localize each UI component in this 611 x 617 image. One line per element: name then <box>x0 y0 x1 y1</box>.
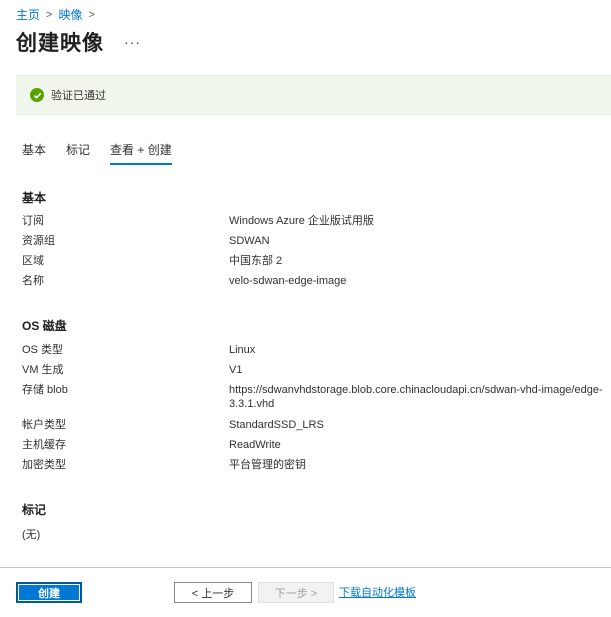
chevron-right-icon: > <box>88 8 95 21</box>
tags-none-text: (无) <box>22 529 41 541</box>
more-options-button[interactable]: ··· <box>124 34 141 50</box>
breadcrumb-images-link[interactable]: 映像 <box>58 6 82 23</box>
detail-key: 存储 blob <box>22 384 68 396</box>
detail-value: ReadWrite <box>229 439 281 451</box>
detail-value: velo-sdwan-edge-image <box>229 275 347 287</box>
tab-tags[interactable]: 标记 <box>66 141 90 162</box>
page-title: 创建映像 <box>16 32 104 55</box>
detail-key: 资源组 <box>22 235 55 247</box>
detail-value: Linux <box>229 344 256 356</box>
section-tags-title: 标记 <box>22 503 47 517</box>
detail-key: 订阅 <box>22 215 44 227</box>
detail-value: StandardSSD_LRS <box>229 419 324 431</box>
detail-key: 帐户类型 <box>22 419 66 431</box>
detail-value: Windows Azure 企业版试用版 <box>229 215 374 227</box>
create-button[interactable]: 创建 <box>16 582 82 603</box>
wizard-tabs: 基本 标记 查看 + 创建 <box>22 141 192 165</box>
section-os-disk-title: OS 磁盘 <box>22 319 67 333</box>
chevron-right-icon: > <box>46 8 53 21</box>
previous-button[interactable]: < 上一步 <box>174 582 252 603</box>
validation-banner: 验证已通过 <box>16 75 611 115</box>
detail-key: VM 生成 <box>22 364 64 376</box>
tab-review-create[interactable]: 查看 + 创建 <box>110 141 172 165</box>
next-button[interactable]: 下一步 > <box>258 582 334 603</box>
title-row: 创建映像 ··· <box>16 27 141 57</box>
download-template-link[interactable]: 下载自动化模板 <box>339 584 416 600</box>
detail-value: V1 <box>229 364 243 376</box>
breadcrumb: 主页 > 映像 > <box>16 6 101 23</box>
detail-key: 名称 <box>22 275 44 287</box>
detail-value: 中国东部 2 <box>229 255 283 267</box>
tab-basics[interactable]: 基本 <box>22 141 46 162</box>
breadcrumb-home-link[interactable]: 主页 <box>16 6 40 23</box>
detail-value: 平台管理的密钥 <box>229 459 306 471</box>
detail-value: SDWAN <box>229 235 270 247</box>
footer-divider <box>0 567 611 568</box>
section-basics-title: 基本 <box>22 191 47 205</box>
detail-key: 加密类型 <box>22 459 66 471</box>
detail-key: 区域 <box>22 255 44 267</box>
detail-key: OS 类型 <box>22 344 63 356</box>
validation-text: 验证已通过 <box>51 90 106 102</box>
detail-key: 主机缓存 <box>22 439 66 451</box>
checkmark-circle-icon <box>30 88 44 102</box>
create-image-page: 主页 > 映像 > 创建映像 ··· 验证已通过 基本 标记 查看 + 创建 基… <box>0 0 611 617</box>
detail-value: https://sdwanvhdstorage.blob.core.chinac… <box>229 384 603 410</box>
